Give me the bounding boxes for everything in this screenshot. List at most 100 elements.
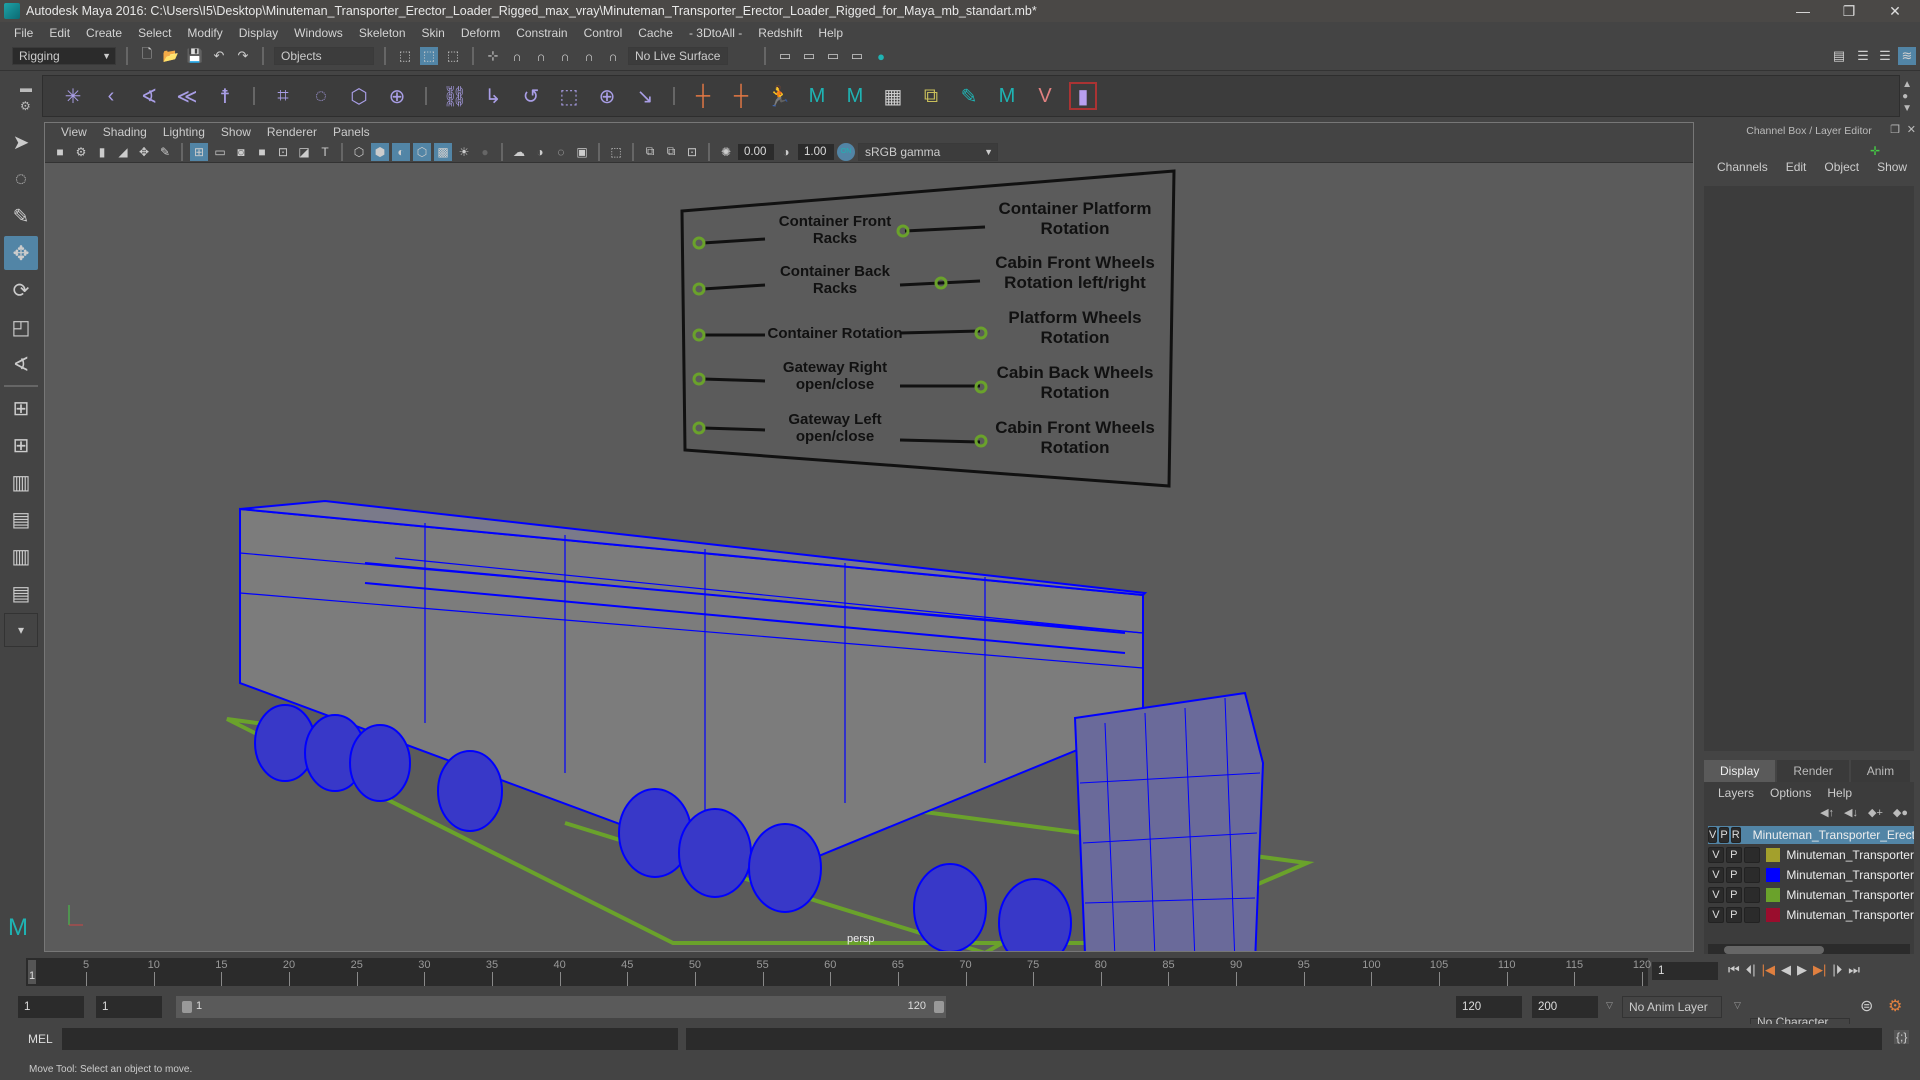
menu-constrain[interactable]: Constrain bbox=[508, 26, 575, 40]
visibility-toggle[interactable]: V bbox=[1708, 847, 1724, 863]
parent-constraint-icon[interactable]: ⛓ bbox=[441, 82, 469, 110]
aim-constraint-icon[interactable]: ⊕ bbox=[593, 82, 621, 110]
visibility-toggle[interactable]: V bbox=[1708, 887, 1724, 903]
hud-icon[interactable]: ⊡ bbox=[683, 143, 701, 161]
go-to-end-icon[interactable]: ⏭ bbox=[1848, 962, 1860, 978]
play-forward-icon[interactable]: ▶ bbox=[1797, 962, 1807, 978]
chevron-down-icon[interactable]: ▽ bbox=[1606, 1000, 1613, 1011]
step-back-frame-icon[interactable]: ⏴| bbox=[1746, 962, 1756, 978]
layer-row[interactable]: V P Minuteman_Transporter bbox=[1708, 866, 1914, 884]
layer-name[interactable]: Minuteman_Transporter bbox=[1786, 908, 1914, 922]
live-surface-field[interactable]: No Live Surface bbox=[628, 47, 728, 65]
maya-script-3-icon[interactable]: M bbox=[993, 82, 1021, 110]
panel-menu-show[interactable]: Show bbox=[213, 125, 259, 139]
rotate-tool-icon[interactable]: ⟳ bbox=[4, 273, 38, 307]
menu-help[interactable]: Help bbox=[810, 26, 851, 40]
resolution-gate-icon[interactable]: ◙ bbox=[232, 143, 250, 161]
select-hierarchy-icon[interactable]: ⬚ bbox=[396, 47, 414, 65]
shelf-menu-icon[interactable]: ▬ bbox=[20, 81, 32, 95]
shelf-scroll[interactable]: ▲ ● ▼ bbox=[1902, 79, 1912, 115]
menu-modify[interactable]: Modify bbox=[179, 26, 230, 40]
close-button[interactable]: ✕ bbox=[1872, 0, 1918, 22]
outliner-persp-layout-icon[interactable]: ▥ bbox=[4, 465, 38, 499]
graph-persp-layout-icon[interactable]: ▤ bbox=[4, 502, 38, 536]
playback-toggle[interactable]: P bbox=[1725, 907, 1742, 923]
save-scene-icon[interactable]: 💾 bbox=[186, 47, 204, 65]
layer-name[interactable]: Minuteman_Transporter bbox=[1786, 868, 1914, 882]
menu-select[interactable]: Select bbox=[130, 26, 179, 40]
paint-weights-icon[interactable]: ◌ bbox=[307, 82, 335, 110]
step-back-key-icon[interactable]: |◀ bbox=[1762, 962, 1775, 978]
render-current-icon[interactable]: ▭ bbox=[800, 47, 818, 65]
menu-control[interactable]: Control bbox=[576, 26, 631, 40]
current-frame-field[interactable]: 1 bbox=[1652, 962, 1718, 980]
channel-box-body[interactable] bbox=[1704, 186, 1914, 751]
auto-key-icon[interactable]: ⊜ bbox=[1860, 996, 1873, 1016]
step-forward-frame-icon[interactable]: |⏵ bbox=[1832, 962, 1842, 978]
select-object-icon[interactable]: ⬚ bbox=[420, 47, 438, 65]
gate-mask-icon[interactable]: ■ bbox=[253, 143, 271, 161]
start-time-field[interactable]: 1 bbox=[18, 996, 84, 1018]
layer-row[interactable]: V P Minuteman_Transporter bbox=[1708, 906, 1914, 924]
smooth-shade-icon[interactable]: ⬢ bbox=[371, 142, 389, 161]
snap-surface-icon[interactable]: ∩ bbox=[580, 47, 598, 65]
playback-toggle[interactable]: P bbox=[1719, 827, 1729, 843]
snap-point-icon[interactable]: ∩ bbox=[532, 47, 550, 65]
go-to-start-icon[interactable]: ⏮ bbox=[1728, 962, 1740, 978]
close-panel-icon[interactable]: ✕ bbox=[1907, 123, 1916, 136]
menu-3dtoall[interactable]: - 3DtoAll - bbox=[681, 26, 750, 40]
render-settings-icon[interactable]: ▭ bbox=[848, 47, 866, 65]
playback-toggle[interactable]: P bbox=[1725, 867, 1742, 883]
range-start-handle[interactable] bbox=[182, 1001, 192, 1013]
set-key-icon[interactable]: ┼ bbox=[689, 82, 717, 110]
menu-create[interactable]: Create bbox=[78, 26, 130, 40]
render-view-icon[interactable]: ▭ bbox=[776, 47, 794, 65]
step-forward-key-icon[interactable]: ▶| bbox=[1813, 962, 1826, 978]
command-input[interactable] bbox=[62, 1028, 678, 1050]
safe-action-icon[interactable]: ◪ bbox=[295, 143, 313, 161]
four-view-layout-icon[interactable]: ⊞ bbox=[4, 428, 38, 462]
move-tool-icon[interactable]: ✥ bbox=[4, 236, 38, 270]
last-tool-icon[interactable]: ∢ bbox=[4, 347, 38, 381]
wireframe-on-shaded-icon[interactable]: ◐ bbox=[392, 142, 410, 161]
cb-menu-channels[interactable]: Channels bbox=[1708, 160, 1777, 174]
make-live-icon[interactable]: ∩ bbox=[604, 47, 622, 65]
layer-row[interactable]: V P R Minuteman_Transporter_Erector bbox=[1708, 826, 1914, 844]
paint-select-tool-icon[interactable]: ✎ bbox=[4, 199, 38, 233]
menu-edit[interactable]: Edit bbox=[41, 26, 78, 40]
snap-grid-icon[interactable]: ⊹ bbox=[484, 47, 502, 65]
shelf-settings-icon[interactable]: ⚙ bbox=[20, 99, 31, 113]
cb-menu-show[interactable]: Show bbox=[1868, 160, 1916, 174]
camera-attributes-icon[interactable]: ⚙ bbox=[72, 143, 90, 161]
point-constraint-icon[interactable]: ↳ bbox=[479, 82, 507, 110]
vertex-tool-icon[interactable]: V bbox=[1031, 82, 1059, 110]
use-lights-icon[interactable]: ☀ bbox=[455, 143, 473, 161]
playback-toggle[interactable]: P bbox=[1725, 847, 1742, 863]
tab-anim[interactable]: Anim bbox=[1850, 760, 1911, 782]
move-layer-down-icon[interactable]: ◀↓ bbox=[1844, 806, 1858, 819]
layer-row[interactable]: V P Minuteman_Transporter bbox=[1708, 846, 1914, 864]
undo-icon[interactable]: ↶ bbox=[210, 47, 228, 65]
layer-color-swatch[interactable] bbox=[1765, 888, 1781, 902]
menu-deform[interactable]: Deform bbox=[453, 26, 508, 40]
menu-redshift[interactable]: Redshift bbox=[750, 26, 810, 40]
2d-pan-zoom-icon[interactable]: ✥ bbox=[135, 143, 153, 161]
playback-toggle[interactable]: P bbox=[1725, 887, 1742, 903]
bookmarks-icon[interactable]: ▮ bbox=[93, 143, 111, 161]
reference-toggle[interactable]: R bbox=[1730, 827, 1741, 843]
reference-toggle[interactable] bbox=[1743, 867, 1760, 883]
layer-name[interactable]: Minuteman_Transporter bbox=[1786, 848, 1914, 862]
grease-pencil-icon[interactable]: ✎ bbox=[156, 143, 174, 161]
visibility-toggle[interactable]: V bbox=[1708, 907, 1724, 923]
motion-blur-icon[interactable]: ◑ bbox=[531, 143, 549, 161]
animation-preferences-icon[interactable]: ⚙ bbox=[1888, 996, 1902, 1016]
humanik-icon[interactable]: 🏃 bbox=[765, 82, 793, 110]
bind-skin-icon[interactable]: ⌗ bbox=[269, 82, 297, 110]
mirror-joint-icon[interactable]: ≪ bbox=[173, 82, 201, 110]
tool-settings-icon[interactable]: ☰ bbox=[1876, 47, 1894, 65]
ik-handle-icon[interactable]: ‹ bbox=[97, 82, 125, 110]
selection-mode-dropdown[interactable]: Objects bbox=[274, 47, 374, 65]
xray-active-icon[interactable]: ⧉ bbox=[662, 143, 680, 161]
attribute-editor-icon[interactable]: ☰ bbox=[1854, 47, 1872, 65]
modeling-toolkit-icon[interactable]: ▤ bbox=[1830, 47, 1848, 65]
